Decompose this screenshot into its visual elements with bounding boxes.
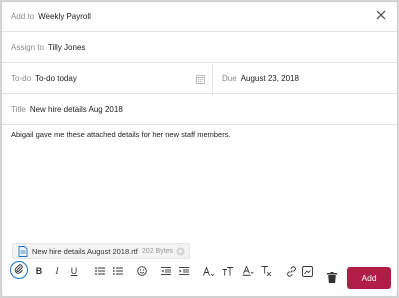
indent-icon[interactable] xyxy=(178,260,190,282)
add-to-value[interactable]: Weekly Payroll xyxy=(38,12,91,21)
task-dialog: Add to Weekly Payroll Assign to Tilly Jo… xyxy=(1,1,398,297)
title-label: Title xyxy=(11,105,26,114)
todo-due-row: To-do To-do today Due August 23, 2018 xyxy=(2,64,397,94)
font-color-icon[interactable] xyxy=(241,260,254,282)
add-to-row[interactable]: Add to Weekly Payroll xyxy=(2,2,397,32)
underline-button[interactable]: U xyxy=(68,260,80,282)
attachment-size: 202 Bytes xyxy=(141,247,174,255)
assign-to-value[interactable]: Tilly Jones xyxy=(48,43,86,52)
clear-formatting-icon[interactable] xyxy=(260,260,272,282)
insert-image-icon[interactable] xyxy=(301,260,313,282)
todo-value[interactable]: To-do today xyxy=(35,74,77,83)
link-icon[interactable] xyxy=(285,260,297,282)
todo-field[interactable]: To-do To-do today xyxy=(2,64,213,93)
due-label: Due xyxy=(222,74,237,83)
due-field[interactable]: Due August 23, 2018 xyxy=(213,64,397,93)
close-icon[interactable] xyxy=(375,10,387,22)
italic-button[interactable]: I xyxy=(51,260,63,282)
assign-to-row[interactable]: Assign to Tilly Jones xyxy=(2,33,397,63)
formatting-toolbar: B I U xyxy=(2,260,397,283)
attachment-chip[interactable]: New hire details August 2018.rtf 202 Byt… xyxy=(12,243,190,259)
attachment-filename: New hire details August 2018.rtf xyxy=(32,246,138,256)
remove-attachment-icon[interactable] xyxy=(176,247,185,256)
add-button[interactable]: Add xyxy=(347,267,391,289)
outdent-icon[interactable] xyxy=(160,260,172,282)
text-size-icon[interactable] xyxy=(221,260,234,282)
title-value[interactable]: New hire details Aug 2018 xyxy=(30,105,123,114)
emoji-icon[interactable] xyxy=(136,260,148,282)
title-row[interactable]: Title New hire details Aug 2018 xyxy=(2,95,397,125)
todo-label: To-do xyxy=(11,74,32,83)
due-value[interactable]: August 23, 2018 xyxy=(241,74,299,83)
trash-icon[interactable] xyxy=(326,266,338,288)
add-to-label: Add to xyxy=(11,12,35,21)
assign-to-label: Assign to xyxy=(11,43,44,52)
note-body[interactable]: Abigail gave me these attached details f… xyxy=(11,130,387,139)
document-icon xyxy=(18,245,28,257)
calendar-icon[interactable] xyxy=(196,74,205,84)
bold-button[interactable]: B xyxy=(33,260,45,282)
font-size-icon[interactable] xyxy=(202,260,215,282)
numbered-list-icon[interactable] xyxy=(112,260,124,282)
bullet-list-icon[interactable] xyxy=(94,260,106,282)
